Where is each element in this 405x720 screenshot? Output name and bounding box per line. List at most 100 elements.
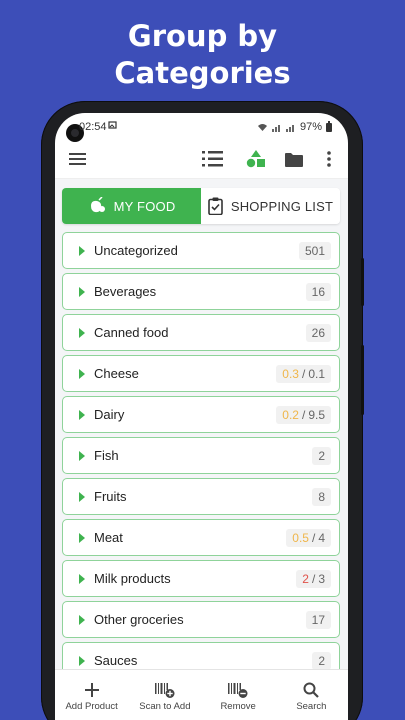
count-separator: / bbox=[311, 572, 316, 586]
total-count: 4 bbox=[318, 531, 325, 545]
folder-icon[interactable] bbox=[281, 147, 307, 171]
expand-arrow-icon bbox=[79, 245, 85, 256]
promo-title-line-2: Categories bbox=[114, 56, 291, 90]
count-value: 2 bbox=[318, 449, 325, 463]
category-count: 17 bbox=[305, 611, 331, 629]
expand-arrow-icon bbox=[79, 655, 85, 666]
category-row[interactable]: Meat 0.5 / 4 bbox=[62, 519, 340, 556]
toolbar bbox=[55, 139, 348, 179]
expand-arrow-icon bbox=[79, 614, 85, 625]
expand-arrow-icon bbox=[79, 286, 85, 297]
category-row[interactable]: Milk products 2 / 3 bbox=[62, 560, 340, 597]
category-name: Fish bbox=[94, 448, 119, 463]
tab-shopping-list[interactable]: SHOPPING LIST bbox=[201, 188, 340, 224]
expiring-count: 0.2 bbox=[282, 408, 299, 422]
category-count: 0.2 / 9.5 bbox=[276, 406, 331, 424]
search-button[interactable]: Search bbox=[275, 670, 348, 720]
category-count: 26 bbox=[305, 324, 331, 342]
expiring-count: 0.3 bbox=[282, 367, 299, 381]
count-separator: / bbox=[301, 408, 306, 422]
category-count: 2 bbox=[312, 447, 331, 465]
tab-my-food-label: MY FOOD bbox=[113, 198, 176, 214]
signal-icon bbox=[285, 124, 294, 132]
category-name: Canned food bbox=[94, 325, 169, 340]
count-value: 8 bbox=[318, 490, 325, 504]
category-count: 0.3 / 0.1 bbox=[276, 365, 331, 383]
expand-arrow-icon bbox=[79, 532, 85, 543]
category-count: 0.5 / 4 bbox=[286, 529, 331, 547]
wifi-icon bbox=[257, 123, 267, 131]
main-content: MY FOOD SHOPPING LIST Uncategorized 501 … bbox=[55, 179, 348, 679]
more-icon[interactable] bbox=[316, 147, 342, 171]
count-value: 17 bbox=[311, 613, 325, 627]
category-name: Fruits bbox=[94, 489, 127, 504]
count-value: 26 bbox=[311, 326, 325, 340]
status-right-group: 97% bbox=[257, 120, 332, 133]
category-count: 2 / 3 bbox=[296, 570, 331, 588]
add-product-button[interactable]: Add Product bbox=[55, 670, 128, 720]
phone-side-button bbox=[361, 258, 364, 306]
status-time: 02:54 bbox=[79, 121, 107, 133]
expiring-count: 0.5 bbox=[292, 531, 309, 545]
expand-arrow-icon bbox=[79, 327, 85, 338]
remove-button[interactable]: Remove bbox=[202, 670, 275, 720]
category-row[interactable]: Uncategorized 501 bbox=[62, 232, 340, 269]
scan-to-add-button[interactable]: Scan to Add bbox=[128, 670, 201, 720]
app-screen: 02:54 97% MY FOOD SHOPPING LIST Uncatego… bbox=[55, 113, 348, 720]
barcode-remove-icon bbox=[228, 683, 248, 698]
category-list: Uncategorized 501 Beverages 16 Canned fo… bbox=[62, 232, 340, 683]
count-separator: / bbox=[311, 531, 316, 545]
category-row[interactable]: Fish 2 bbox=[62, 437, 340, 474]
category-name: Cheese bbox=[94, 366, 139, 381]
category-name: Other groceries bbox=[94, 612, 184, 627]
expand-arrow-icon bbox=[79, 491, 85, 502]
category-name: Beverages bbox=[94, 284, 157, 299]
category-count: 8 bbox=[312, 488, 331, 506]
battery-percent: 97% bbox=[299, 121, 322, 133]
barcode-add-icon bbox=[154, 683, 175, 698]
tab-shopping-list-label: SHOPPING LIST bbox=[230, 198, 334, 214]
phone-side-button bbox=[361, 345, 364, 415]
category-row[interactable]: Cheese 0.3 / 0.1 bbox=[62, 355, 340, 392]
category-name: Uncategorized bbox=[94, 243, 178, 258]
tab-bar: MY FOOD SHOPPING LIST bbox=[62, 188, 340, 224]
bottom-nav: Add Product Scan to Add Remove Search bbox=[55, 669, 348, 720]
remove-label: Remove bbox=[220, 701, 256, 712]
category-name: Sauces bbox=[94, 653, 138, 668]
menu-icon[interactable] bbox=[65, 147, 91, 171]
list-view-icon[interactable] bbox=[200, 147, 226, 171]
clipboard-icon bbox=[208, 197, 223, 215]
promo-title: Group by Categories bbox=[0, 18, 405, 92]
category-name: Meat bbox=[94, 530, 123, 545]
category-row[interactable]: Other groceries 17 bbox=[62, 601, 340, 638]
expand-arrow-icon bbox=[79, 573, 85, 584]
expired-count: 2 bbox=[302, 572, 309, 586]
category-row[interactable]: Canned food 26 bbox=[62, 314, 340, 351]
search-icon bbox=[303, 682, 320, 698]
total-count: 3 bbox=[318, 572, 325, 586]
status-bar: 02:54 97% bbox=[55, 113, 348, 142]
categories-icon[interactable] bbox=[243, 147, 269, 171]
category-name: Milk products bbox=[94, 571, 171, 586]
count-value: 2 bbox=[318, 654, 325, 668]
total-count: 0.1 bbox=[308, 367, 325, 381]
category-row[interactable]: Dairy 0.2 / 9.5 bbox=[62, 396, 340, 433]
promo-title-line-1: Group by bbox=[127, 19, 278, 53]
battery-icon bbox=[326, 120, 332, 132]
tab-my-food[interactable]: MY FOOD bbox=[62, 188, 201, 224]
category-name: Dairy bbox=[94, 407, 125, 422]
category-row[interactable]: Beverages 16 bbox=[62, 273, 340, 310]
category-row[interactable]: Fruits 8 bbox=[62, 478, 340, 515]
category-count: 501 bbox=[298, 242, 331, 260]
add-product-label: Add Product bbox=[65, 701, 118, 712]
count-value: 501 bbox=[304, 244, 325, 258]
expand-arrow-icon bbox=[79, 368, 85, 379]
expand-arrow-icon bbox=[79, 450, 85, 461]
signal-icon bbox=[271, 124, 280, 132]
food-icon bbox=[90, 197, 105, 213]
search-label: Search bbox=[296, 701, 327, 712]
category-count: 16 bbox=[305, 283, 331, 301]
count-separator: / bbox=[301, 367, 306, 381]
plus-icon bbox=[84, 683, 99, 697]
expand-arrow-icon bbox=[79, 409, 85, 420]
